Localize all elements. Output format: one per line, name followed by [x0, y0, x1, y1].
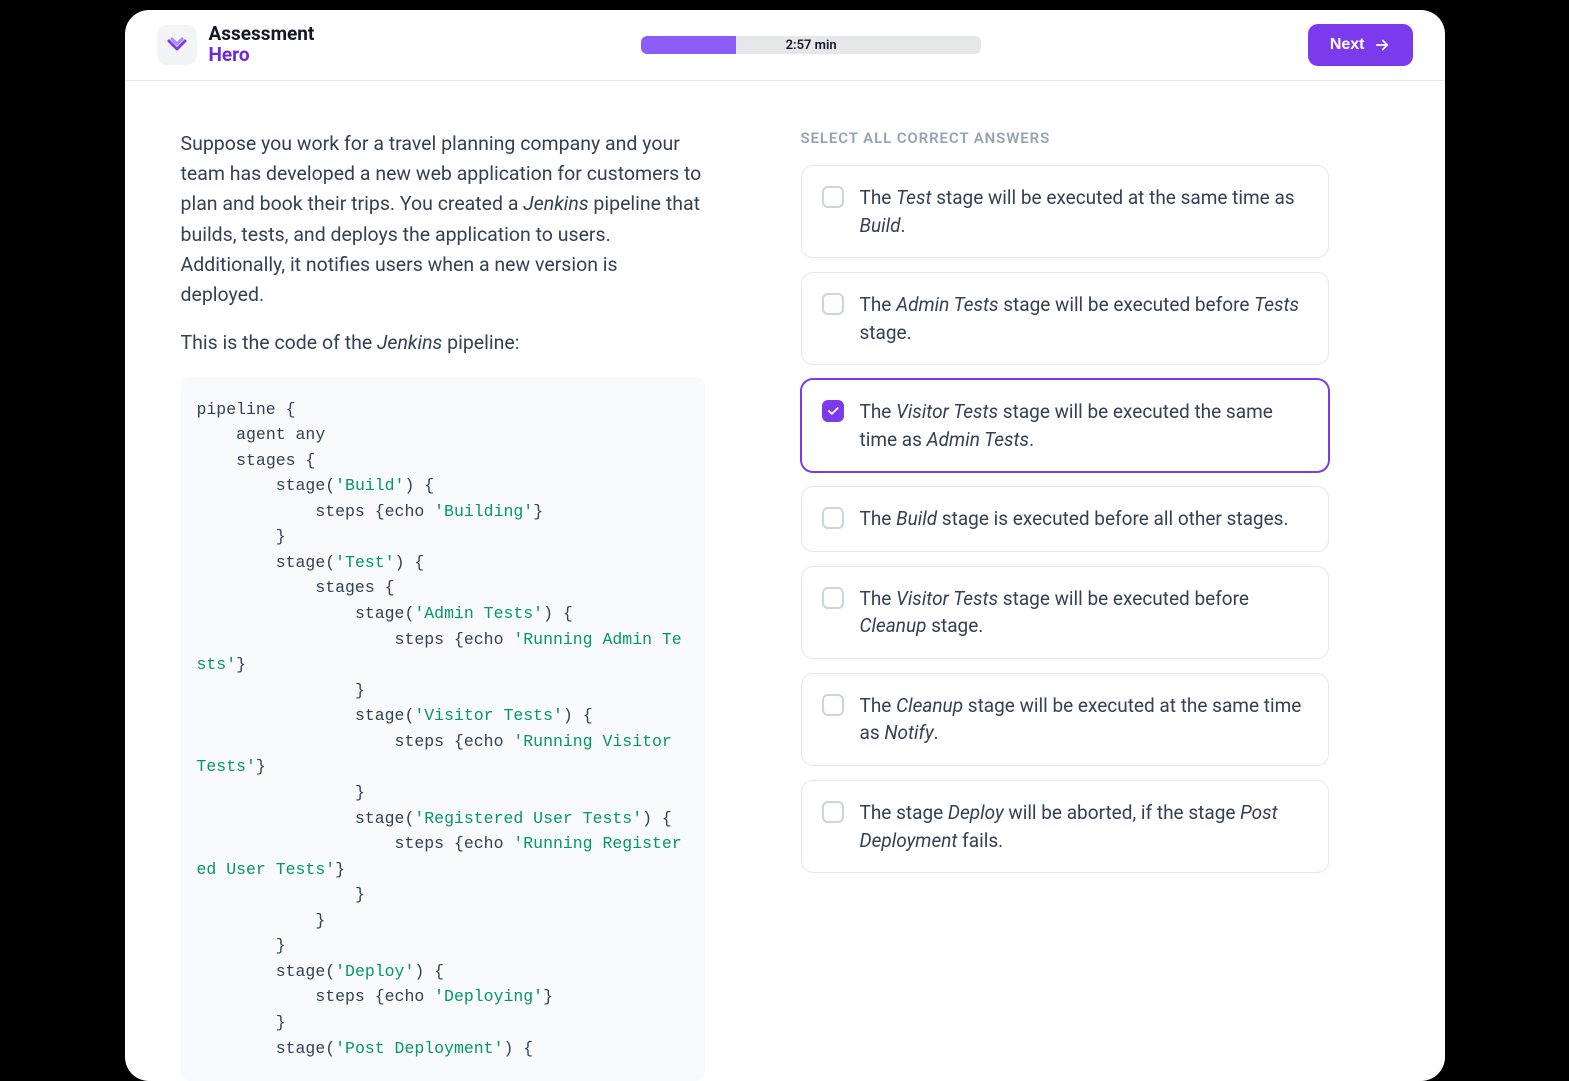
checkbox-icon: [822, 694, 844, 716]
answer-text: The Build stage is executed before all o…: [860, 505, 1289, 533]
checkbox-icon: [822, 801, 844, 823]
checkbox-icon: [822, 400, 844, 422]
arrow-right-icon: [1373, 36, 1391, 54]
checkbox-icon: [822, 507, 844, 529]
answer-text: The Visitor Tests stage will be executed…: [860, 398, 1308, 453]
answer-text: The stage Deploy will be aborted, if the…: [860, 799, 1308, 854]
answer-text: The Admin Tests stage will be executed b…: [860, 291, 1308, 346]
answer-text: The Visitor Tests stage will be executed…: [860, 585, 1308, 640]
next-button[interactable]: Next: [1308, 24, 1413, 66]
brand-logo-icon: [157, 25, 197, 65]
checkbox-icon: [822, 293, 844, 315]
answer-option-0[interactable]: The Test stage will be executed at the s…: [801, 165, 1329, 258]
content: Suppose you work for a travel planning c…: [125, 81, 1445, 1081]
progress-time-label: 2:57 min: [641, 38, 981, 53]
checkbox-icon: [822, 186, 844, 208]
answer-option-4[interactable]: The Visitor Tests stage will be executed…: [801, 566, 1329, 659]
header: Assessment Hero 2:57 min Next: [125, 10, 1445, 81]
next-button-label: Next: [1330, 36, 1365, 54]
question-panel: Suppose you work for a travel planning c…: [181, 129, 705, 1081]
answer-option-6[interactable]: The stage Deploy will be aborted, if the…: [801, 780, 1329, 873]
answer-option-2[interactable]: The Visitor Tests stage will be executed…: [801, 379, 1329, 472]
answer-text: The Test stage will be executed at the s…: [860, 184, 1308, 239]
answer-option-5[interactable]: The Cleanup stage will be executed at th…: [801, 673, 1329, 766]
code-block: pipeline { agent any stages { stage('Bui…: [181, 377, 705, 1081]
progress-container: 2:57 min: [314, 36, 1307, 54]
answers-panel: SELECT ALL CORRECT ANSWERS The Test stag…: [801, 129, 1329, 1081]
answer-option-3[interactable]: The Build stage is executed before all o…: [801, 486, 1329, 552]
answer-text: The Cleanup stage will be executed at th…: [860, 692, 1308, 747]
progress-bar: 2:57 min: [641, 36, 981, 54]
app-window: Assessment Hero 2:57 min Next Suppose yo…: [125, 10, 1445, 1081]
checkbox-icon: [822, 587, 844, 609]
question-paragraph-1: Suppose you work for a travel planning c…: [181, 129, 705, 310]
brand: Assessment Hero: [157, 24, 315, 66]
brand-name: Assessment Hero: [209, 24, 315, 66]
answers-title: SELECT ALL CORRECT ANSWERS: [801, 129, 1329, 147]
question-paragraph-2: This is the code of the Jenkins pipeline…: [181, 328, 705, 358]
answer-option-1[interactable]: The Admin Tests stage will be executed b…: [801, 272, 1329, 365]
answers-list: The Test stage will be executed at the s…: [801, 165, 1329, 873]
